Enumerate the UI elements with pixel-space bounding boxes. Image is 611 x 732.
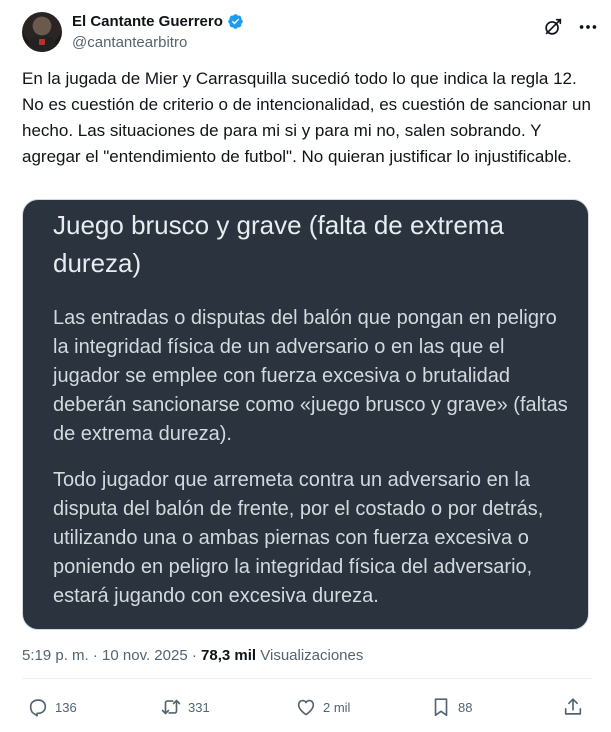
meta-separator-2: · <box>191 647 197 664</box>
views-label: Visualizaciones <box>260 647 364 664</box>
avatar[interactable] <box>22 12 62 52</box>
like-icon <box>297 699 315 716</box>
views-count: 78,3 mil <box>201 647 257 664</box>
bookmark-button[interactable]: 88 <box>430 690 472 724</box>
action-bar: 136 331 2 mil 88 <box>22 690 592 724</box>
meta-separator: · <box>92 647 98 664</box>
like-button[interactable]: 2 mil <box>295 690 350 724</box>
image-title: Juego brusco y grave (falta de extrema d… <box>53 210 504 278</box>
image-paragraph-1: Las entradas o disputas del balón que po… <box>53 307 568 445</box>
tweet-image[interactable]: Juego brusco y grave (falta de extrema d… <box>22 199 589 630</box>
name-row: El Cantante Guerrero <box>72 13 244 30</box>
display-name[interactable]: El Cantante Guerrero <box>72 13 223 30</box>
reply-count: 136 <box>55 699 77 715</box>
retweet-button[interactable]: 331 <box>160 690 210 724</box>
tweet-meta: 5:19 p. m. · 10 nov. 2025 · 78,3 mil Vis… <box>22 647 363 664</box>
bookmark-icon <box>434 698 448 717</box>
image-paragraph-2: Todo jugador que arremeta contra un adve… <box>53 469 544 607</box>
divider <box>22 678 592 679</box>
avatar-badge <box>39 39 45 45</box>
share-icon <box>564 698 582 715</box>
verified-icon <box>227 13 244 30</box>
tweet-date[interactable]: 10 nov. 2025 <box>102 647 188 664</box>
like-count: 2 mil <box>323 699 351 715</box>
reply-icon <box>29 699 47 717</box>
share-button[interactable] <box>562 690 584 724</box>
retweet-icon <box>161 699 181 715</box>
tweet-header: El Cantante Guerrero @cantantearbitro <box>22 10 597 56</box>
bookmark-count: 88 <box>458 699 473 715</box>
handle[interactable]: @cantantearbitro <box>72 34 187 51</box>
more-icon[interactable] <box>577 16 599 38</box>
reply-button[interactable]: 136 <box>27 690 77 724</box>
grok-icon[interactable] <box>542 16 564 38</box>
retweet-count: 331 <box>188 699 210 715</box>
tweet-text: En la jugada de Mier y Carrasquilla suce… <box>22 69 591 166</box>
tweet-time[interactable]: 5:19 p. m. <box>22 647 89 664</box>
